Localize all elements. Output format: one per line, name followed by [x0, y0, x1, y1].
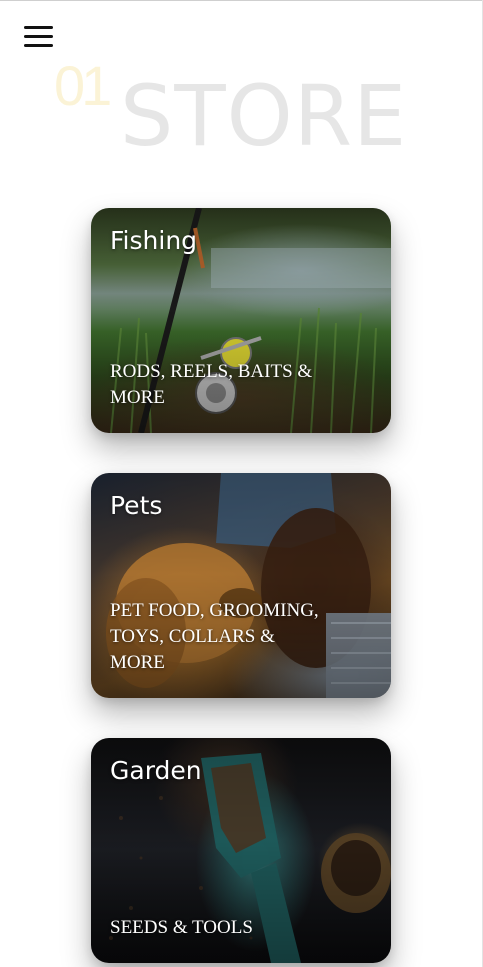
- category-title: Garden: [110, 756, 202, 785]
- top-border: [0, 0, 483, 1]
- category-subtitle: SEEDS & TOOLS: [110, 917, 253, 938]
- page-title: STORE: [120, 67, 408, 165]
- category-title: Fishing: [110, 226, 198, 255]
- category-subtitle: RODS, REELS, BAITS & MORE: [110, 361, 313, 408]
- hamburger-icon-line: [24, 35, 53, 38]
- hamburger-icon-line: [24, 44, 53, 47]
- category-card-garden[interactable]: Garden SEEDS & TOOLS: [91, 738, 391, 963]
- category-subtitle: PET FOOD, GROOMING, TOYS, COLLARS & MORE: [110, 600, 319, 673]
- category-card-fishing[interactable]: Fishing RODS, REELS, BAITS & MORE: [91, 208, 391, 433]
- section-number: 01: [54, 54, 112, 117]
- category-card-pets[interactable]: Pets PET FOOD, GROOMING, TOYS, COLLARS &…: [91, 473, 391, 698]
- hamburger-icon: [24, 26, 53, 29]
- category-title: Pets: [110, 491, 163, 520]
- hamburger-menu-button[interactable]: [24, 26, 54, 50]
